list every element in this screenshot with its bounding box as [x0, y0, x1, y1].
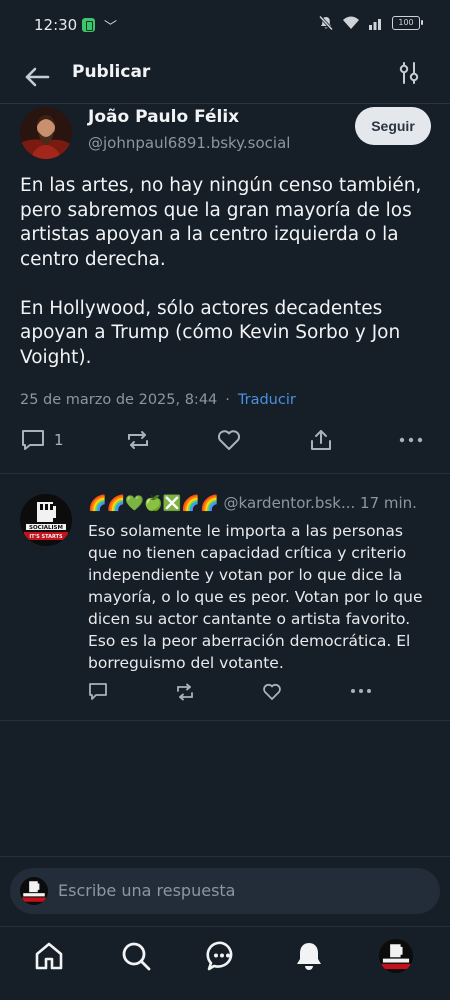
mute-icon — [318, 15, 334, 31]
post-text: En las artes, no hay ningún censo tambié… — [20, 175, 422, 368]
chat-icon[interactable] — [205, 939, 239, 973]
reply-text: Eso solamente le importa a las personas … — [88, 522, 423, 672]
app-notification-icon — [82, 18, 95, 32]
home-icon[interactable] — [32, 939, 66, 973]
author-name[interactable]: João Paulo Félix — [88, 107, 239, 127]
author-handle[interactable]: @johnpaul6891.bsky.social — [88, 134, 290, 152]
signal-icon — [369, 19, 381, 30]
reply-display-name: 🌈🌈💚🍏❎🌈🌈 — [88, 494, 219, 512]
my-avatar — [20, 877, 48, 905]
post-actions: 1 — [0, 420, 450, 464]
profile-avatar[interactable] — [379, 939, 413, 973]
divider — [0, 473, 450, 474]
wifi-icon — [343, 16, 359, 29]
reply-button[interactable]: 1 — [20, 428, 64, 452]
socialism-fist-logo-image: SOCIALISM IT'S STARTS — [20, 494, 72, 546]
heart-icon — [217, 430, 241, 450]
search-icon[interactable] — [119, 939, 153, 973]
reply-like-button[interactable] — [262, 682, 282, 702]
post-timestamp: 25 de marzo de 2025, 8:44 — [20, 392, 218, 408]
composer-placeholder: Escribe una respuesta — [58, 881, 236, 900]
comment-icon — [89, 683, 107, 700]
status-bar: 12:30 ﹀ 100 — [0, 0, 450, 52]
sliders-icon[interactable] — [396, 60, 422, 86]
battery-icon: 100 — [392, 16, 423, 30]
repost-icon — [128, 431, 148, 449]
author-avatar[interactable] — [20, 107, 72, 159]
like-button[interactable] — [216, 428, 242, 452]
reply-more-button[interactable] — [350, 684, 372, 698]
reply-time: 17 min. — [360, 494, 417, 512]
reply-reply-button[interactable] — [88, 682, 108, 702]
arrow-left-icon[interactable] — [22, 62, 52, 92]
meta-separator: · — [225, 392, 230, 408]
avatar-text-top: SOCIALISM — [29, 525, 63, 531]
comment-icon — [22, 430, 44, 450]
page-title: Publicar — [72, 62, 151, 82]
post-meta: 25 de marzo de 2025, 8:44 · Traducir — [20, 392, 296, 408]
share-button[interactable] — [308, 428, 334, 452]
translate-link[interactable]: Traducir — [238, 392, 296, 408]
more-dots-icon — [351, 689, 371, 693]
reply-repost-button[interactable] — [175, 682, 195, 702]
reply-actions — [0, 680, 450, 706]
heart-icon — [263, 683, 281, 700]
bell-icon[interactable] — [292, 939, 326, 973]
more-dots-icon — [399, 437, 423, 443]
top-bar: Publicar — [0, 52, 450, 104]
reply-handle: @kardentor.bsk... — [223, 494, 356, 512]
reply-header[interactable]: 🌈🌈💚🍏❎🌈🌈 @kardentor.bsk... 17 min. — [88, 494, 434, 512]
repost-button[interactable] — [125, 428, 151, 452]
divider — [0, 856, 450, 857]
repost-icon — [177, 683, 193, 701]
bottom-nav — [0, 926, 450, 1000]
dash-icon: ﹀ — [104, 20, 118, 35]
divider — [0, 720, 450, 721]
reply-composer[interactable]: Escribe una respuesta — [10, 868, 440, 914]
more-options-button[interactable] — [398, 430, 424, 450]
follow-button[interactable]: Seguir — [355, 107, 431, 145]
reply-author-avatar[interactable]: SOCIALISM IT'S STARTS — [20, 494, 72, 546]
share-icon — [311, 430, 331, 450]
author-portrait-image — [20, 107, 72, 159]
status-time: 12:30 — [34, 16, 78, 34]
reply-count: 1 — [54, 431, 64, 449]
avatar-text-bottom: IT'S STARTS — [29, 534, 63, 540]
